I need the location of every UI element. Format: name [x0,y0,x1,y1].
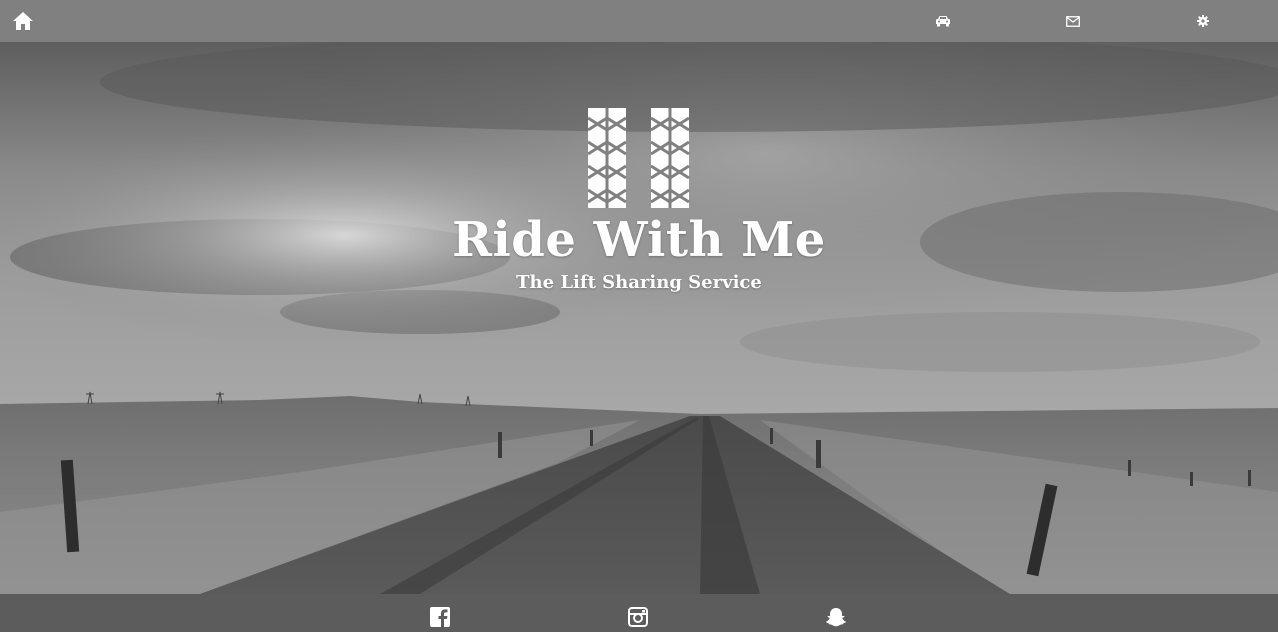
envelope-icon[interactable] [1060,0,1086,42]
landing-page: Ride With Me The Lift Sharing Service [0,0,1278,632]
footer-bar [0,594,1278,632]
site-title: Ride With Me [452,212,826,268]
site-tagline: The Lift Sharing Service [516,272,762,293]
top-nav-bar [0,0,1278,42]
facebook-icon[interactable] [429,606,451,628]
instagram-icon[interactable] [627,606,649,628]
snapchat-icon[interactable] [825,606,847,628]
car-icon[interactable] [930,0,956,42]
tire-tracks-logo [588,108,690,208]
home-icon[interactable] [10,0,36,42]
hero-brand: Ride With Me The Lift Sharing Service [0,108,1278,294]
gear-icon[interactable] [1190,0,1216,42]
